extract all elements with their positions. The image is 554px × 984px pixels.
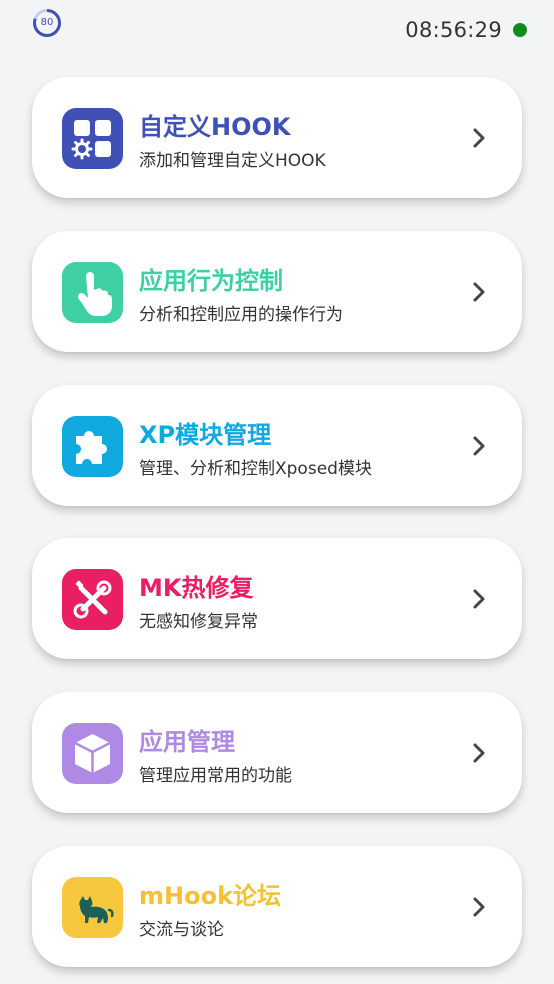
card-title: 应用行为控制 xyxy=(139,267,283,295)
chevron-right-icon xyxy=(473,897,485,917)
card-subtitle: 管理、分析和控制Xposed模块 xyxy=(139,459,372,479)
wrench-screwdriver-icon xyxy=(62,569,123,630)
card-subtitle: 无感知修复异常 xyxy=(139,612,258,632)
card-xp-module-manager[interactable]: XP模块管理 管理、分析和控制Xposed模块 xyxy=(32,385,522,506)
card-mk-hotfix[interactable]: MK热修复 无感知修复异常 xyxy=(32,538,522,659)
chevron-right-icon xyxy=(473,589,485,609)
card-title: XP模块管理 xyxy=(139,421,272,449)
card-title: mHook论坛 xyxy=(139,882,282,910)
card-subtitle: 管理应用常用的功能 xyxy=(139,766,292,786)
status-bar: 80 08:56:29 xyxy=(0,0,554,60)
card-subtitle: 添加和管理自定义HOOK xyxy=(139,151,326,171)
widgets-gear-icon xyxy=(62,108,123,169)
cube-icon xyxy=(62,723,123,784)
cat-icon xyxy=(62,877,123,938)
card-title: MK热修复 xyxy=(139,574,254,602)
card-app-manager[interactable]: 应用管理 管理应用常用的功能 xyxy=(32,692,522,813)
puzzle-icon xyxy=(62,416,123,477)
card-custom-hook[interactable]: 自定义HOOK 添加和管理自定义HOOK xyxy=(32,77,522,198)
hand-pointer-icon xyxy=(62,262,123,323)
battery-level: 80 xyxy=(40,17,54,28)
clock: 08:56:29 xyxy=(405,18,502,42)
card-mhook-forum[interactable]: mHook论坛 交流与谈论 xyxy=(32,846,522,967)
card-subtitle: 交流与谈论 xyxy=(139,920,224,940)
card-title: 自定义HOOK xyxy=(139,113,291,141)
card-app-behavior-control[interactable]: 应用行为控制 分析和控制应用的操作行为 xyxy=(32,231,522,352)
chevron-right-icon xyxy=(473,128,485,148)
chevron-right-icon xyxy=(473,436,485,456)
online-status-dot xyxy=(513,23,527,37)
chevron-right-icon xyxy=(473,282,485,302)
card-title: 应用管理 xyxy=(139,728,235,756)
chevron-right-icon xyxy=(473,743,485,763)
card-subtitle: 分析和控制应用的操作行为 xyxy=(139,305,343,325)
